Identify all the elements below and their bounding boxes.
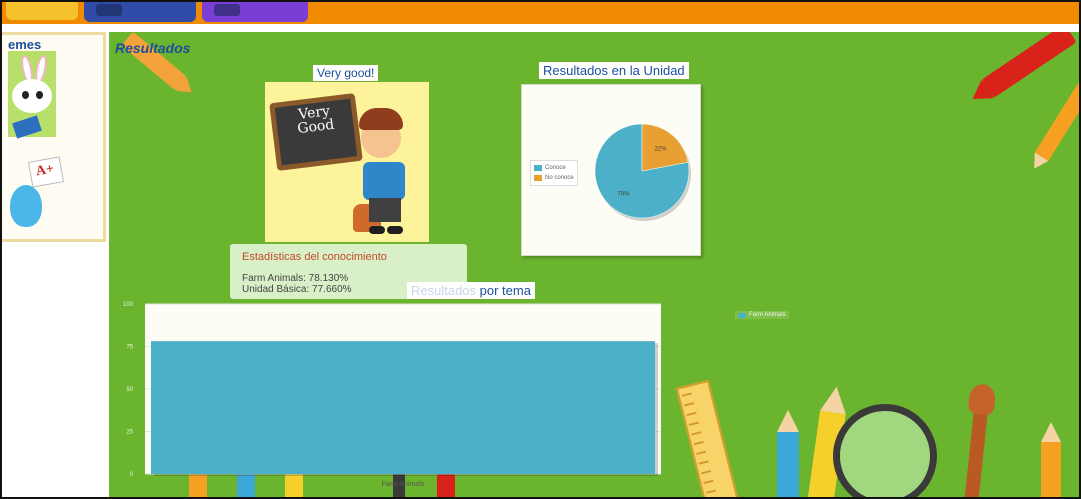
stats-title: Estadísticas del conocimiento: [242, 251, 387, 263]
pie-slice-label-1: 22%: [655, 147, 668, 153]
bar-x-tick-label: Farm Animals: [382, 481, 425, 488]
orange-pencil-decoration: [1041, 422, 1061, 497]
bar-chart-title: Resultados por tema: [407, 282, 535, 299]
bird-theme-image[interactable]: A+: [8, 155, 68, 235]
bar-y-tick-label: 25: [126, 430, 133, 436]
pie-legend: Conoce No conoce: [530, 160, 578, 186]
pie-slice-label-0: 78%: [617, 191, 630, 197]
themes-panel-title: emes: [8, 37, 42, 52]
results-area: Resultados Very good! Very Good Estadíst…: [109, 32, 1079, 497]
magnifier-decoration: [833, 404, 937, 497]
pie-legend-swatch: [534, 175, 542, 181]
pie-legend-item: No conoce: [534, 173, 574, 183]
ruler-decoration: [675, 379, 741, 497]
boy-figure: [363, 162, 405, 200]
nav-tab-purple[interactable]: [202, 2, 308, 22]
brush-decoration: [963, 401, 989, 497]
very-good-image: Very Good: [265, 82, 429, 242]
header-spacer: [2, 24, 1079, 32]
blue-pencil-decoration: [777, 410, 799, 497]
themes-panel: emes A+: [2, 32, 106, 242]
stats-line-farm-animals: Farm Animals: 78.130%: [242, 273, 349, 284]
red-crayon-decoration: [981, 32, 1077, 99]
very-good-title: Very good!: [313, 65, 379, 81]
pie-chart-card: Conoce No conoce 78% 22%: [521, 84, 701, 256]
section-title: Resultados: [115, 40, 191, 56]
bar-legend: Farm Animals: [735, 311, 789, 319]
bar-y-tick-label: 100: [123, 302, 134, 308]
bar-y-tick-label: 50: [126, 387, 133, 393]
top-nav-bar: [2, 2, 1079, 24]
bar-farm-animals: [151, 341, 655, 474]
stats-line-unidad-basica: Unidad Básica: 77.660%: [242, 284, 352, 295]
bar-y-tick-label: 75: [126, 345, 133, 351]
bar-chart: 0 25 50 75 100 Farm Animals: [123, 302, 661, 488]
pie-legend-swatch: [534, 165, 542, 171]
nav-tab-yellow[interactable]: [6, 2, 78, 20]
pie-chart: 78% 22%: [594, 123, 691, 221]
bar-legend-label: Farm Animals: [749, 312, 786, 318]
nav-tab-blue[interactable]: [84, 2, 196, 22]
bunny-theme-image[interactable]: [8, 51, 56, 139]
bar-legend-swatch: [738, 312, 746, 318]
pie-legend-item: Conoce: [534, 163, 574, 173]
bar-y-tick-label: 0: [130, 472, 134, 478]
pie-chart-title: Resultados en la Unidad: [539, 62, 689, 79]
pencil-decoration: [1034, 71, 1079, 161]
